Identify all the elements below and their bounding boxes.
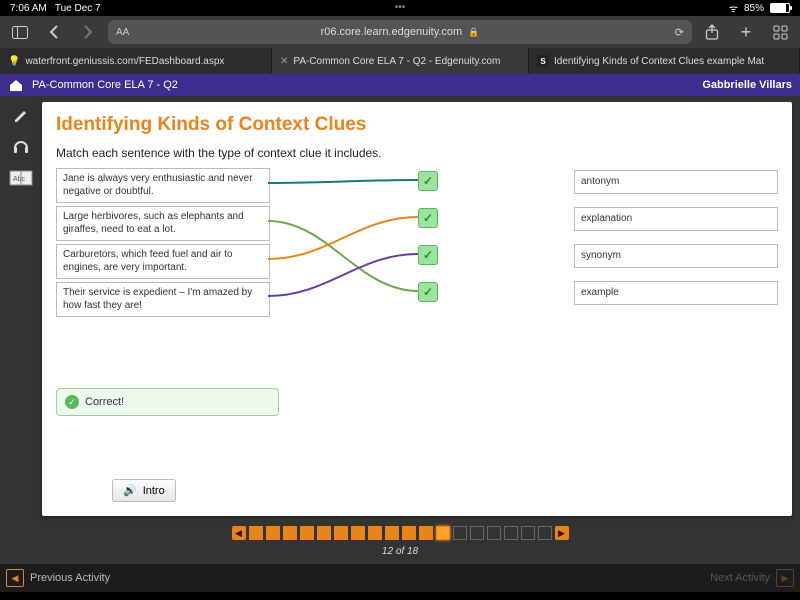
pager-step[interactable]	[266, 526, 280, 540]
home-icon[interactable]	[8, 77, 24, 93]
tabs-overview-icon[interactable]	[766, 20, 794, 44]
intro-button[interactable]: 🔊 Intro	[112, 479, 176, 502]
page-title: Identifying Kinds of Context Clues	[56, 114, 778, 136]
pager-step[interactable]	[317, 526, 331, 540]
safari-toolbar: AA r06.core.learn.edgenuity.com 🔒 ⟳ +	[0, 16, 800, 48]
pager-step[interactable]	[453, 526, 467, 540]
address-bar[interactable]: AA r06.core.learn.edgenuity.com 🔒 ⟳	[108, 20, 692, 44]
page-counter: 12 of 18	[0, 544, 800, 564]
browser-tabs: 💡 waterfront.geniussis.com/FEDashboard.a…	[0, 48, 800, 74]
svg-text:Abc: Abc	[13, 176, 26, 183]
pager-step[interactable]	[300, 526, 314, 540]
speaker-icon: 🔊	[123, 484, 137, 497]
pager-step[interactable]	[368, 526, 382, 540]
lesson-pager: ◀ ▶	[0, 522, 800, 544]
match-target[interactable]: synonym	[574, 244, 778, 268]
check-icon: ✓	[418, 245, 438, 265]
match-source[interactable]: Large herbivores, such as elephants and …	[56, 206, 270, 241]
pager-step[interactable]	[504, 526, 518, 540]
user-name[interactable]: Gabbrielle Villars	[702, 79, 792, 91]
match-target[interactable]: explanation	[574, 207, 778, 231]
pager-prev-icon[interactable]: ◀	[232, 526, 246, 540]
pager-step[interactable]	[402, 526, 416, 540]
match-connectors	[268, 168, 418, 328]
feedback-text: Correct!	[85, 396, 124, 408]
tool-sidebar: Abc	[0, 96, 42, 522]
tab-edgenuity[interactable]: ✕ PA-Common Core ELA 7 - Q2 - Edgenuity.…	[272, 48, 529, 74]
next-label: Next Activity	[710, 572, 770, 584]
lock-icon: 🔒	[468, 27, 479, 38]
sidebar-toggle-icon[interactable]	[6, 20, 34, 44]
pager-step[interactable]	[436, 526, 450, 540]
pager-step[interactable]	[283, 526, 297, 540]
pager-step[interactable]	[487, 526, 501, 540]
activity-footer: ◀ Previous Activity Next Activity ▶	[0, 564, 800, 592]
reload-icon[interactable]: ⟳	[675, 26, 684, 39]
forward-button[interactable]	[74, 20, 102, 44]
match-source[interactable]: Carburetors, which feed fuel and air to …	[56, 244, 270, 279]
matching-area: Jane is always very enthusiastic and nev…	[56, 168, 778, 328]
match-target[interactable]: antonym	[574, 170, 778, 194]
prev-label: Previous Activity	[30, 572, 110, 584]
favicon-icon: S	[537, 55, 549, 67]
intro-label: Intro	[143, 485, 165, 497]
back-button[interactable]	[40, 20, 68, 44]
previous-activity-button[interactable]: ◀ Previous Activity	[6, 569, 110, 587]
chevron-right-icon: ▶	[776, 569, 794, 587]
battery-icon	[770, 3, 790, 13]
next-activity-button[interactable]: Next Activity ▶	[710, 569, 794, 587]
match-source[interactable]: Jane is always very enthusiastic and nev…	[56, 168, 270, 203]
pager-step[interactable]	[538, 526, 552, 540]
dictionary-icon[interactable]: Abc	[7, 166, 35, 190]
pager-step[interactable]	[351, 526, 365, 540]
close-tab-icon[interactable]: ✕	[280, 56, 288, 67]
instruction-text: Match each sentence with the type of con…	[56, 146, 778, 160]
share-icon[interactable]	[698, 20, 726, 44]
check-icon: ✓	[418, 171, 438, 191]
new-tab-icon[interactable]: +	[732, 20, 760, 44]
pager-step[interactable]	[249, 526, 263, 540]
lightbulb-icon: 💡	[8, 56, 20, 67]
lesson-content: Identifying Kinds of Context Clues Match…	[42, 102, 792, 516]
pager-step[interactable]	[385, 526, 399, 540]
correct-icon: ✓	[65, 395, 79, 409]
tab-label: PA-Common Core ELA 7 - Q2 - Edgenuity.co…	[293, 56, 500, 67]
pencil-icon[interactable]	[7, 102, 35, 126]
pager-step[interactable]	[470, 526, 484, 540]
tab-label: waterfront.geniussis.com/FEDashboard.asp…	[25, 56, 224, 67]
chevron-left-icon: ◀	[6, 569, 24, 587]
feedback-banner: ✓ Correct!	[56, 388, 279, 416]
match-source[interactable]: Their service is expedient – I'm amazed …	[56, 282, 270, 317]
match-target[interactable]: example	[574, 281, 778, 305]
tab-label: Identifying Kinds of Context Clues examp…	[554, 56, 764, 67]
pager-step[interactable]	[521, 526, 535, 540]
pager-next-icon[interactable]: ▶	[555, 526, 569, 540]
check-icon: ✓	[418, 208, 438, 228]
text-size-button[interactable]: AA	[116, 27, 129, 38]
tab-genius[interactable]: 💡 waterfront.geniussis.com/FEDashboard.a…	[0, 48, 272, 74]
address-host: r06.core.learn.edgenuity.com	[321, 26, 463, 38]
pager-step[interactable]	[334, 526, 348, 540]
tab-context-clues[interactable]: S Identifying Kinds of Context Clues exa…	[529, 48, 800, 74]
check-icon: ✓	[418, 282, 438, 302]
headphones-icon[interactable]	[7, 134, 35, 158]
multitask-dots[interactable]: •••	[0, 2, 800, 13]
pager-step[interactable]	[419, 526, 433, 540]
course-header: PA-Common Core ELA 7 - Q2 Gabbrielle Vil…	[0, 74, 800, 96]
course-title[interactable]: PA-Common Core ELA 7 - Q2	[32, 79, 178, 91]
